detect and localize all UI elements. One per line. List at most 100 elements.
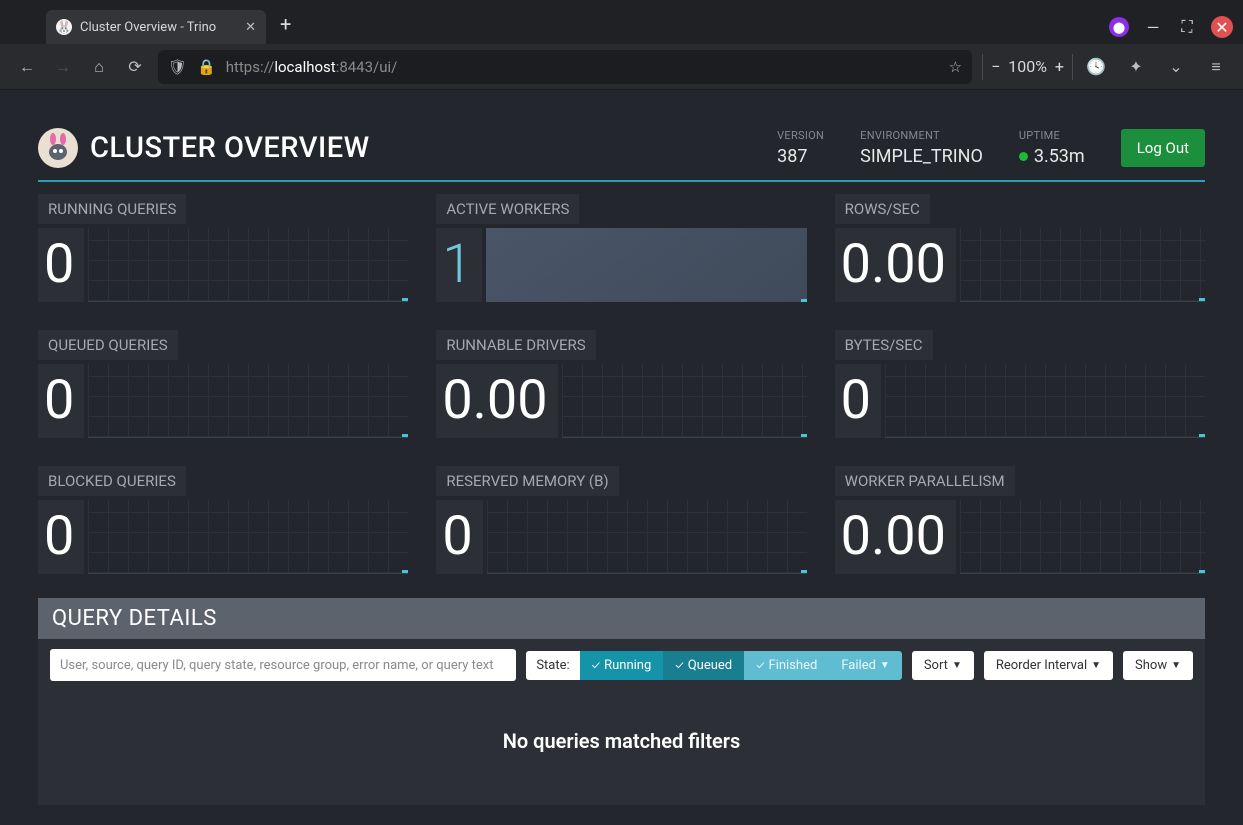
status-dot-icon — [1019, 152, 1028, 161]
sparkline — [960, 228, 1205, 302]
version-label: VERSION — [777, 129, 824, 142]
private-mode-icon: ⬤ — [1109, 17, 1129, 37]
maximize-button[interactable]: ⛶ — [1177, 17, 1197, 37]
pocket-icon[interactable]: ⌄ — [1163, 54, 1189, 80]
zoom-controls: − 100% + — [982, 54, 1073, 80]
stat-bytes-sec: BYTES/SEC 0 — [835, 330, 1205, 438]
home-button[interactable]: ⌂ — [86, 54, 112, 80]
filter-failed-button[interactable]: Failed▼ — [829, 651, 902, 680]
environment-value: SIMPLE_TRINO — [860, 146, 983, 167]
stat-rows-sec: ROWS/SEC 0.00 — [835, 194, 1205, 302]
stat-label: RUNNING QUERIES — [38, 194, 186, 224]
extensions-icon[interactable]: ✦ — [1123, 54, 1149, 80]
sparkline — [885, 364, 1205, 438]
stat-value: 0 — [436, 500, 482, 574]
stat-worker-parallelism: WORKER PARALLELISM 0.00 — [835, 466, 1205, 574]
chevron-down-icon: ▼ — [1171, 660, 1181, 671]
lock-icon: 🔒 — [197, 58, 216, 76]
chevron-down-icon: ▼ — [952, 660, 962, 671]
stat-label: QUEUED QUERIES — [38, 330, 178, 360]
sparkline — [960, 500, 1205, 574]
stat-value: 0 — [38, 500, 84, 574]
query-details: QUERY DETAILS State: ✓Running ✓Queued ✓F… — [38, 598, 1205, 805]
stat-value: 0.00 — [436, 364, 557, 438]
tab-close-icon[interactable]: ✕ — [245, 20, 256, 35]
stat-value: 0 — [38, 228, 84, 302]
page-content: CLUSTER OVERVIEW VERSION 387 ENVIRONMENT… — [0, 90, 1243, 825]
chevron-down-icon: ▼ — [880, 660, 890, 671]
stat-value: 0.00 — [835, 228, 956, 302]
stat-blocked-queries: BLOCKED QUERIES 0 — [38, 466, 408, 574]
uptime-label: UPTIME — [1019, 129, 1085, 142]
stat-running-queries: RUNNING QUERIES 0 — [38, 194, 408, 302]
filter-running-button[interactable]: ✓Running — [580, 651, 664, 680]
sparkline — [486, 228, 806, 302]
sparkline — [487, 500, 807, 574]
close-window-button[interactable]: ✕ — [1211, 16, 1233, 38]
page-title: CLUSTER OVERVIEW — [90, 131, 370, 165]
version-block: VERSION 387 — [777, 129, 824, 167]
zoom-out-button[interactable]: − — [991, 57, 1000, 76]
sparkline — [562, 364, 807, 438]
logo — [38, 128, 78, 168]
chevron-down-icon: ▼ — [1091, 660, 1101, 671]
sparkline — [88, 364, 408, 438]
stats-grid: RUNNING QUERIES 0 ACTIVE WORKERS 1 ROWS/… — [38, 194, 1205, 574]
stat-label: RESERVED MEMORY (B) — [436, 466, 618, 496]
stat-label: WORKER PARALLELISM — [835, 466, 1015, 496]
query-empty-message: No queries matched filters — [38, 691, 1205, 805]
sparkline — [88, 228, 408, 302]
filter-finished-button[interactable]: ✓Finished — [744, 651, 829, 680]
back-button[interactable]: ← — [14, 54, 40, 80]
stat-label: BLOCKED QUERIES — [38, 466, 186, 496]
filter-queued-button[interactable]: ✓Queued — [663, 651, 744, 680]
state-label: State: — [526, 651, 579, 680]
uptime-value: 3.53m — [1034, 146, 1085, 167]
stat-value: 0.00 — [835, 500, 956, 574]
reload-button[interactable]: ⟳ — [122, 54, 148, 80]
stat-label: ROWS/SEC — [835, 194, 930, 224]
header-divider — [38, 180, 1205, 182]
bookmark-icon[interactable]: ☆ — [949, 58, 962, 76]
stat-label: BYTES/SEC — [835, 330, 933, 360]
query-filters: State: ✓Running ✓Queued ✓Finished Failed… — [38, 639, 1205, 691]
tab-favicon: 🐰 — [56, 19, 72, 35]
check-icon: ✓ — [756, 658, 764, 672]
forward-button[interactable]: → — [50, 54, 76, 80]
check-icon: ✓ — [675, 658, 683, 672]
page-header: CLUSTER OVERVIEW VERSION 387 ENVIRONMENT… — [38, 128, 1205, 170]
new-tab-button[interactable]: + — [280, 12, 291, 36]
check-icon: ✓ — [592, 658, 600, 672]
query-search-input[interactable] — [50, 649, 516, 681]
stat-label: RUNNABLE DRIVERS — [436, 330, 595, 360]
show-dropdown[interactable]: Show▼ — [1123, 651, 1193, 680]
minimize-button[interactable]: — — [1143, 17, 1163, 37]
url-text: https://localhost:8443/ui/ — [226, 58, 939, 76]
url-bar[interactable]: 🛡 🔒 https://localhost:8443/ui/ ☆ — [158, 50, 972, 84]
shield-icon: 🛡 — [168, 58, 187, 76]
browser-tab[interactable]: 🐰 Cluster Overview - Trino ✕ — [46, 10, 266, 44]
environment-label: ENVIRONMENT — [860, 129, 983, 142]
state-filter-group: State: ✓Running ✓Queued ✓Finished Failed… — [526, 651, 902, 680]
stat-value: 0 — [835, 364, 881, 438]
menu-icon[interactable]: ≡ — [1203, 54, 1229, 80]
environment-block: ENVIRONMENT SIMPLE_TRINO — [860, 129, 983, 167]
stat-active-workers: ACTIVE WORKERS 1 — [436, 194, 806, 302]
sort-dropdown[interactable]: Sort▼ — [912, 651, 974, 680]
stat-value: 1 — [436, 228, 482, 302]
history-icon[interactable]: 🕓 — [1083, 54, 1109, 80]
zoom-in-button[interactable]: + — [1055, 57, 1064, 76]
logout-button[interactable]: Log Out — [1121, 129, 1205, 167]
version-value: 387 — [777, 146, 824, 167]
stat-queued-queries: QUEUED QUERIES 0 — [38, 330, 408, 438]
uptime-block: UPTIME 3.53m — [1019, 129, 1085, 167]
browser-toolbar: ← → ⌂ ⟳ 🛡 🔒 https://localhost:8443/ui/ ☆… — [0, 44, 1243, 90]
zoom-level: 100% — [1008, 57, 1047, 76]
browser-titlebar: 🐰 Cluster Overview - Trino ✕ + ⬤ — ⛶ ✕ — [0, 0, 1243, 44]
tab-title: Cluster Overview - Trino — [80, 20, 216, 35]
reorder-interval-dropdown[interactable]: Reorder Interval▼ — [984, 651, 1113, 680]
stat-reserved-memory: RESERVED MEMORY (B) 0 — [436, 466, 806, 574]
stat-label: ACTIVE WORKERS — [436, 194, 579, 224]
sparkline — [88, 500, 408, 574]
query-details-header: QUERY DETAILS — [38, 598, 1205, 639]
